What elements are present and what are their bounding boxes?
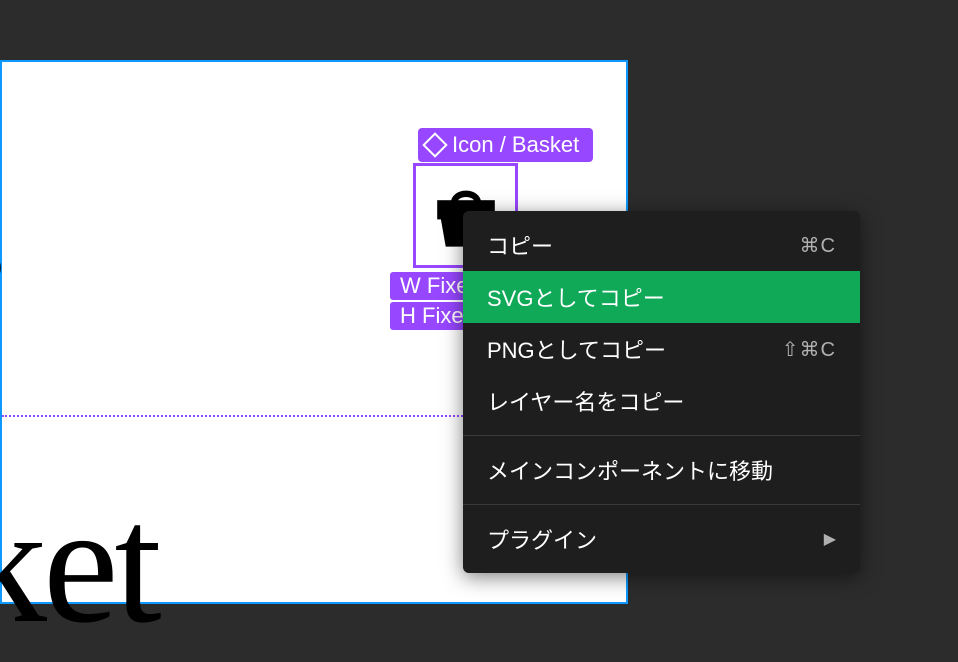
menu-item-label: コピー: [487, 229, 553, 261]
menu-separator: [463, 435, 860, 436]
component-diamond-icon: [422, 132, 447, 157]
menu-shortcut: ⌘C: [800, 233, 836, 258]
context-menu: コピー ⌘C SVGとしてコピー PNGとしてコピー ⇧⌘C レイヤー名をコピー…: [463, 211, 860, 573]
menu-item-label: メインコンポーネントに移動: [487, 454, 773, 486]
menu-item-plugins[interactable]: プラグイン ▶: [463, 513, 860, 565]
menu-item-copy-as-svg[interactable]: SVGとしてコピー: [463, 271, 860, 323]
menu-shortcut: ⇧⌘C: [782, 337, 836, 362]
menu-item-label: PNGとしてコピー: [487, 333, 666, 365]
menu-item-label: レイヤー名をコピー: [487, 385, 684, 417]
menu-separator: [463, 504, 860, 505]
menu-item-go-to-main-component[interactable]: メインコンポーネントに移動: [463, 444, 860, 496]
menu-item-copy-as-png[interactable]: PNGとしてコピー ⇧⌘C: [463, 323, 860, 375]
component-label-text: Icon / Basket: [452, 132, 579, 158]
menu-item-label: プラグイン: [487, 523, 597, 555]
menu-item-copy[interactable]: コピー ⌘C: [463, 219, 860, 271]
component-label[interactable]: Icon / Basket: [418, 128, 593, 162]
menu-item-copy-layer-name[interactable]: レイヤー名をコピー: [463, 375, 860, 427]
canvas-text-fragment-bottom: ket: [0, 467, 158, 662]
canvas-text-fragment-top: s: [0, 182, 3, 309]
submenu-arrow-icon: ▶: [824, 529, 836, 549]
menu-item-label: SVGとしてコピー: [487, 281, 665, 313]
